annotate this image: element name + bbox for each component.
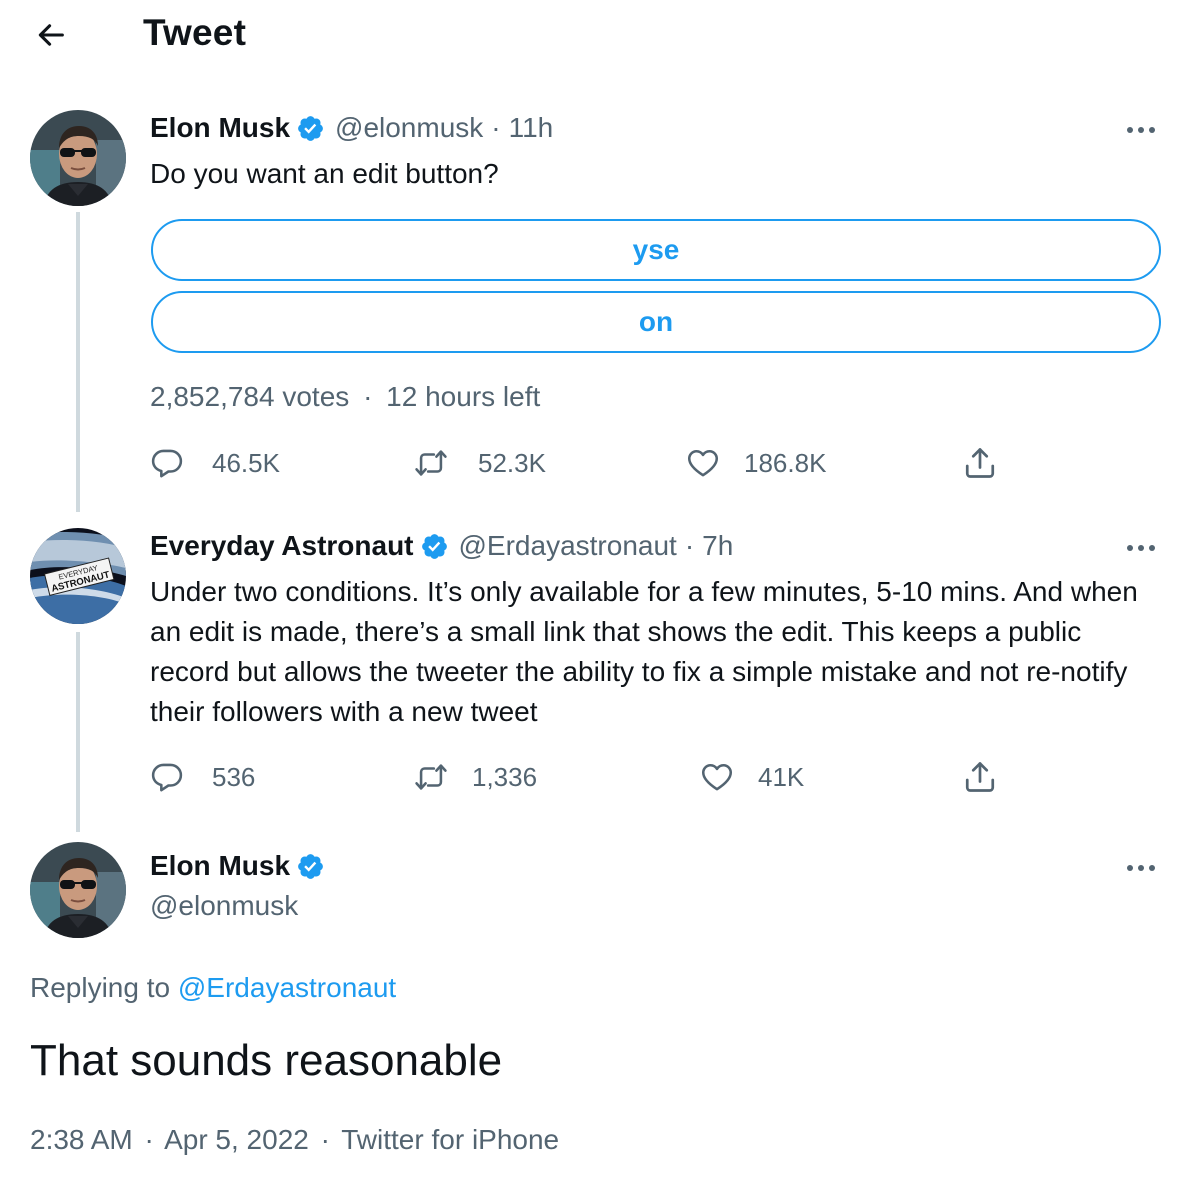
more-options-button[interactable] <box>1124 858 1164 878</box>
avatar[interactable]: EVERYDAY ASTRONAUT <box>30 528 126 624</box>
page-title: Tweet <box>143 12 247 53</box>
retweet-button[interactable]: 52.3K <box>414 446 546 480</box>
back-button[interactable] <box>34 18 68 52</box>
avatar[interactable] <box>30 110 126 206</box>
retweet-count: 52.3K <box>478 447 546 478</box>
more-dots-icon <box>1126 127 1133 133</box>
separator-dot: · <box>684 530 695 561</box>
arrow-left-icon <box>38 24 64 46</box>
reply-button[interactable]: 46.5K <box>150 446 280 480</box>
poll-option[interactable]: yse <box>151 219 1161 281</box>
heart-icon <box>700 760 734 794</box>
verified-badge-icon <box>296 114 325 143</box>
avatar[interactable] <box>30 842 126 938</box>
author-name[interactable]: Everyday Astronaut <box>150 530 414 562</box>
verified-badge-icon <box>296 852 325 881</box>
share-button[interactable] <box>962 445 1026 481</box>
replying-to-label: Replying to <box>30 972 171 1003</box>
thread-connector <box>76 632 80 832</box>
author-name[interactable]: Elon Musk <box>150 850 290 882</box>
replying-to: Replying to @Erdayastronaut <box>30 972 396 1004</box>
tweet-author-row: Everyday Astronaut @Erdayastronaut · 7h <box>150 530 733 562</box>
retweet-count: 1,336 <box>472 761 538 792</box>
verified-badge-icon <box>420 532 449 561</box>
author-handle[interactable]: @elonmusk <box>335 112 483 144</box>
reply-count: 46.5K <box>212 447 280 478</box>
tweet-timestamp-row: 2:38 AM · Apr 5, 2022 · Twitter for iPho… <box>30 1124 559 1156</box>
avatar-image <box>30 842 126 938</box>
author-handle[interactable]: @elonmusk <box>150 890 298 922</box>
avatar-image <box>30 110 126 206</box>
tweet-date[interactable]: Apr 5, 2022 <box>164 1124 309 1155</box>
more-options-button[interactable] <box>1124 120 1164 140</box>
poll-time-left: 12 hours left <box>386 381 541 412</box>
poll-meta: 2,852,784 votes · 12 hours left <box>150 381 540 413</box>
author-handle[interactable]: @Erdayastronaut <box>459 530 677 562</box>
retweet-icon <box>414 446 448 480</box>
separator-dot: · <box>491 112 501 143</box>
reply-icon <box>150 760 184 794</box>
thread-connector <box>76 212 80 512</box>
focused-tweet-text: That sounds reasonable <box>30 1036 503 1085</box>
separator-dot: · <box>320 1124 330 1155</box>
like-count: 41K <box>758 761 805 792</box>
reply-count: 536 <box>212 761 256 792</box>
like-count: 186.8K <box>744 447 827 478</box>
more-options-button[interactable] <box>1124 538 1164 558</box>
tweet-text: Do you want an edit button? <box>150 158 499 189</box>
poll-votes: 2,852,784 votes <box>150 381 350 412</box>
avatar-image: EVERYDAY ASTRONAUT <box>30 528 126 624</box>
reply-button[interactable]: 536 <box>150 760 255 794</box>
more-dots-icon <box>1126 865 1133 871</box>
replying-to-handle[interactable]: @Erdayastronaut <box>178 972 396 1003</box>
poll-option[interactable]: on <box>151 291 1161 353</box>
separator-dot: · <box>144 1124 154 1155</box>
like-button[interactable]: 41K <box>700 760 804 794</box>
tweet-time[interactable]: 7h <box>702 530 733 562</box>
share-icon <box>962 445 998 481</box>
retweet-button[interactable]: 1,336 <box>414 760 537 794</box>
author-name[interactable]: Elon Musk <box>150 112 290 144</box>
separator-dot: · <box>363 381 373 412</box>
tweet-author-row: Elon Musk @elonmusk · 11h <box>150 112 553 144</box>
tweet-author-row: Elon Musk <box>150 850 335 882</box>
like-button[interactable]: 186.8K <box>686 446 826 480</box>
heart-icon <box>686 446 720 480</box>
reply-icon <box>150 446 184 480</box>
share-icon <box>962 759 998 795</box>
retweet-icon <box>414 760 448 794</box>
tweet-text: Under two conditions. It’s only availabl… <box>150 576 1138 727</box>
tweet-time[interactable]: 2:38 AM <box>30 1124 133 1155</box>
share-button[interactable] <box>962 759 1026 795</box>
tweet-source: Twitter for iPhone <box>341 1124 560 1155</box>
tweet-time[interactable]: 11h <box>509 112 554 144</box>
more-dots-icon <box>1126 545 1133 551</box>
